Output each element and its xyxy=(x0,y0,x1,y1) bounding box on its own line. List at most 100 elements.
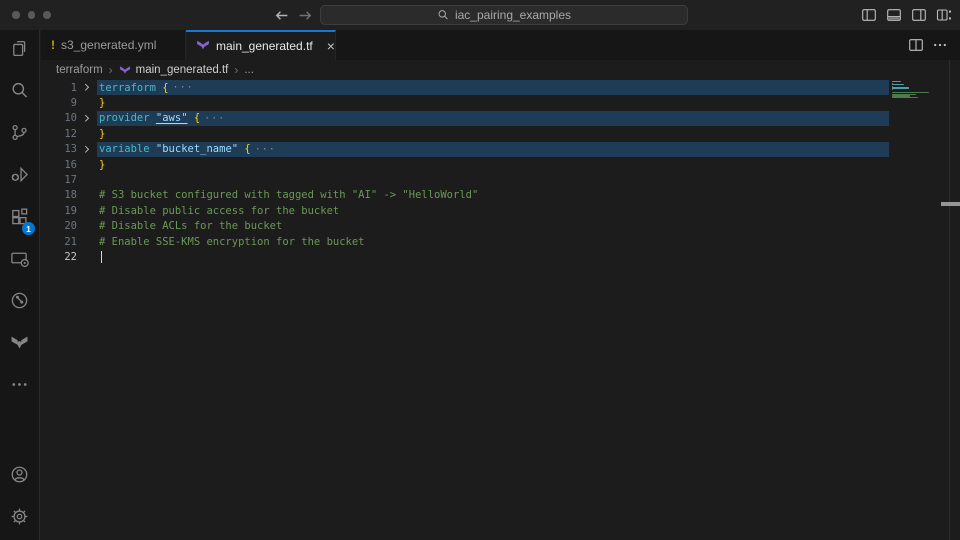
chevron-right-icon: › xyxy=(109,63,113,77)
editor-actions xyxy=(908,30,960,60)
activity-explorer[interactable] xyxy=(0,30,39,72)
token-br: } xyxy=(99,128,105,140)
search-icon xyxy=(437,9,449,21)
folded-ellipsis[interactable]: ··· xyxy=(173,82,194,93)
fold-chevron-icon[interactable] xyxy=(77,147,96,152)
activity-bar: 1 xyxy=(0,30,40,540)
token-cm: # Disable public access for the bucket xyxy=(99,205,339,217)
activity-more[interactable] xyxy=(0,366,39,408)
activity-search[interactable] xyxy=(0,72,39,114)
code-text xyxy=(99,251,102,263)
account-icon xyxy=(10,465,29,489)
text-cursor xyxy=(101,251,102,263)
toggle-primary-sidebar-icon[interactable] xyxy=(861,7,877,23)
warning-icon: ! xyxy=(51,38,55,52)
close-icon[interactable]: × xyxy=(327,39,335,53)
line-number: 9 xyxy=(41,97,77,109)
window-controls[interactable] xyxy=(12,0,51,30)
title-bar: iac_pairing_examples xyxy=(0,0,960,30)
code-line-1[interactable]: 1terraform {··· xyxy=(41,80,960,95)
minimize-window-button[interactable] xyxy=(28,11,36,19)
code-text: # Enable SSE-KMS encryption for the buck… xyxy=(99,236,365,248)
activity-run-debug[interactable] xyxy=(0,156,39,198)
line-number: 19 xyxy=(41,205,77,217)
command-center[interactable]: iac_pairing_examples xyxy=(320,5,688,25)
remote-explorer-icon xyxy=(10,249,29,273)
code-text: } xyxy=(99,159,105,171)
activity-source-control[interactable] xyxy=(0,114,39,156)
terraform-icon xyxy=(196,38,210,55)
vscode-window: iac_pairing_examples 1 ! s3_generated.ym… xyxy=(0,0,960,540)
code-line-9[interactable]: 9} xyxy=(41,95,960,110)
code-text: } xyxy=(99,97,105,109)
layout-controls xyxy=(861,0,952,30)
explorer-icon xyxy=(10,39,29,63)
line-number: 16 xyxy=(41,159,77,171)
commit-graph-icon xyxy=(10,291,29,315)
token-br: { xyxy=(188,112,201,124)
customize-layout-icon[interactable] xyxy=(936,7,952,23)
code-content: 1terraform {···9}10provider "aws" {···12… xyxy=(41,80,960,265)
minimap-line xyxy=(892,81,901,82)
terraform-icon xyxy=(119,64,131,76)
scrollbar-divider xyxy=(949,60,950,540)
code-editor[interactable]: 1terraform {···9}10provider "aws" {···12… xyxy=(41,80,960,540)
split-editor-icon[interactable] xyxy=(908,37,924,53)
token-kw: terraform xyxy=(99,82,162,94)
toggle-panel-icon[interactable] xyxy=(886,7,902,23)
code-line-20[interactable]: 20# Disable ACLs for the bucket xyxy=(41,219,960,234)
activity-commit-graph[interactable] xyxy=(0,282,39,324)
line-number: 12 xyxy=(41,128,77,140)
more-actions-icon[interactable] xyxy=(932,37,948,53)
line-number: 18 xyxy=(41,189,77,201)
activity-terraform[interactable] xyxy=(0,324,39,366)
code-text: # Disable ACLs for the bucket xyxy=(99,220,282,232)
code-text: } xyxy=(99,128,105,140)
more-icon xyxy=(10,375,29,399)
fold-chevron-icon[interactable] xyxy=(77,85,96,90)
line-number: 10 xyxy=(41,112,77,124)
code-line-19[interactable]: 19 # Disable public access for the bucket xyxy=(41,203,960,218)
minimap-line xyxy=(892,97,918,98)
tab-s3-generated-yml[interactable]: ! s3_generated.yml xyxy=(41,30,186,60)
breadcrumb-folder[interactable]: terraform xyxy=(56,64,103,76)
toggle-secondary-sidebar-icon[interactable] xyxy=(911,7,927,23)
code-line-13[interactable]: 13variable "bucket_name" {··· xyxy=(41,142,960,157)
overview-ruler-marker[interactable] xyxy=(941,202,960,206)
folded-ellipsis[interactable]: ··· xyxy=(255,144,276,155)
code-line-12[interactable]: 12} xyxy=(41,126,960,141)
source-control-icon xyxy=(10,123,29,147)
token-cm: # Enable SSE-KMS encryption for the buck… xyxy=(99,236,365,248)
minimap-line xyxy=(892,87,909,88)
close-window-button[interactable] xyxy=(12,11,20,19)
zoom-window-button[interactable] xyxy=(43,11,51,19)
minimap-line xyxy=(892,89,893,90)
forward-arrow-icon[interactable] xyxy=(297,7,314,24)
back-arrow-icon[interactable] xyxy=(273,7,290,24)
code-line-18[interactable]: 18 # S3 bucket configured with tagged wit… xyxy=(41,188,960,203)
breadcrumb-symbol-ellipsis[interactable]: ... xyxy=(244,64,254,76)
folded-ellipsis[interactable]: ··· xyxy=(204,113,225,124)
code-line-10[interactable]: 10provider "aws" {··· xyxy=(41,111,960,126)
code-line-22[interactable]: 22 xyxy=(41,249,960,264)
activity-remote-explorer[interactable] xyxy=(0,240,39,282)
search-icon xyxy=(10,81,29,105)
code-line-16[interactable]: 16} xyxy=(41,157,960,172)
token-cm: # S3 bucket configured with tagged with … xyxy=(99,189,478,201)
breadcrumb-file[interactable]: main_generated.tf xyxy=(136,64,229,76)
activity-account[interactable] xyxy=(0,456,39,498)
minimap[interactable] xyxy=(892,81,950,141)
activity-extensions[interactable]: 1 xyxy=(0,198,39,240)
line-number: 22 xyxy=(41,251,77,263)
code-line-17[interactable]: 17 xyxy=(41,172,960,187)
code-line-21[interactable]: 21# Enable SSE-KMS encryption for the bu… xyxy=(41,234,960,249)
extensions-badge: 1 xyxy=(22,222,35,235)
activity-settings[interactable] xyxy=(0,498,39,540)
run-debug-icon xyxy=(10,165,29,189)
token-br: } xyxy=(99,97,105,109)
fold-chevron-icon[interactable] xyxy=(77,116,96,121)
tab-main-generated-tf[interactable]: main_generated.tf × xyxy=(186,30,336,60)
code-text: # S3 bucket configured with tagged with … xyxy=(99,189,478,201)
token-stru: "aws" xyxy=(156,112,188,124)
line-number: 13 xyxy=(41,143,77,155)
